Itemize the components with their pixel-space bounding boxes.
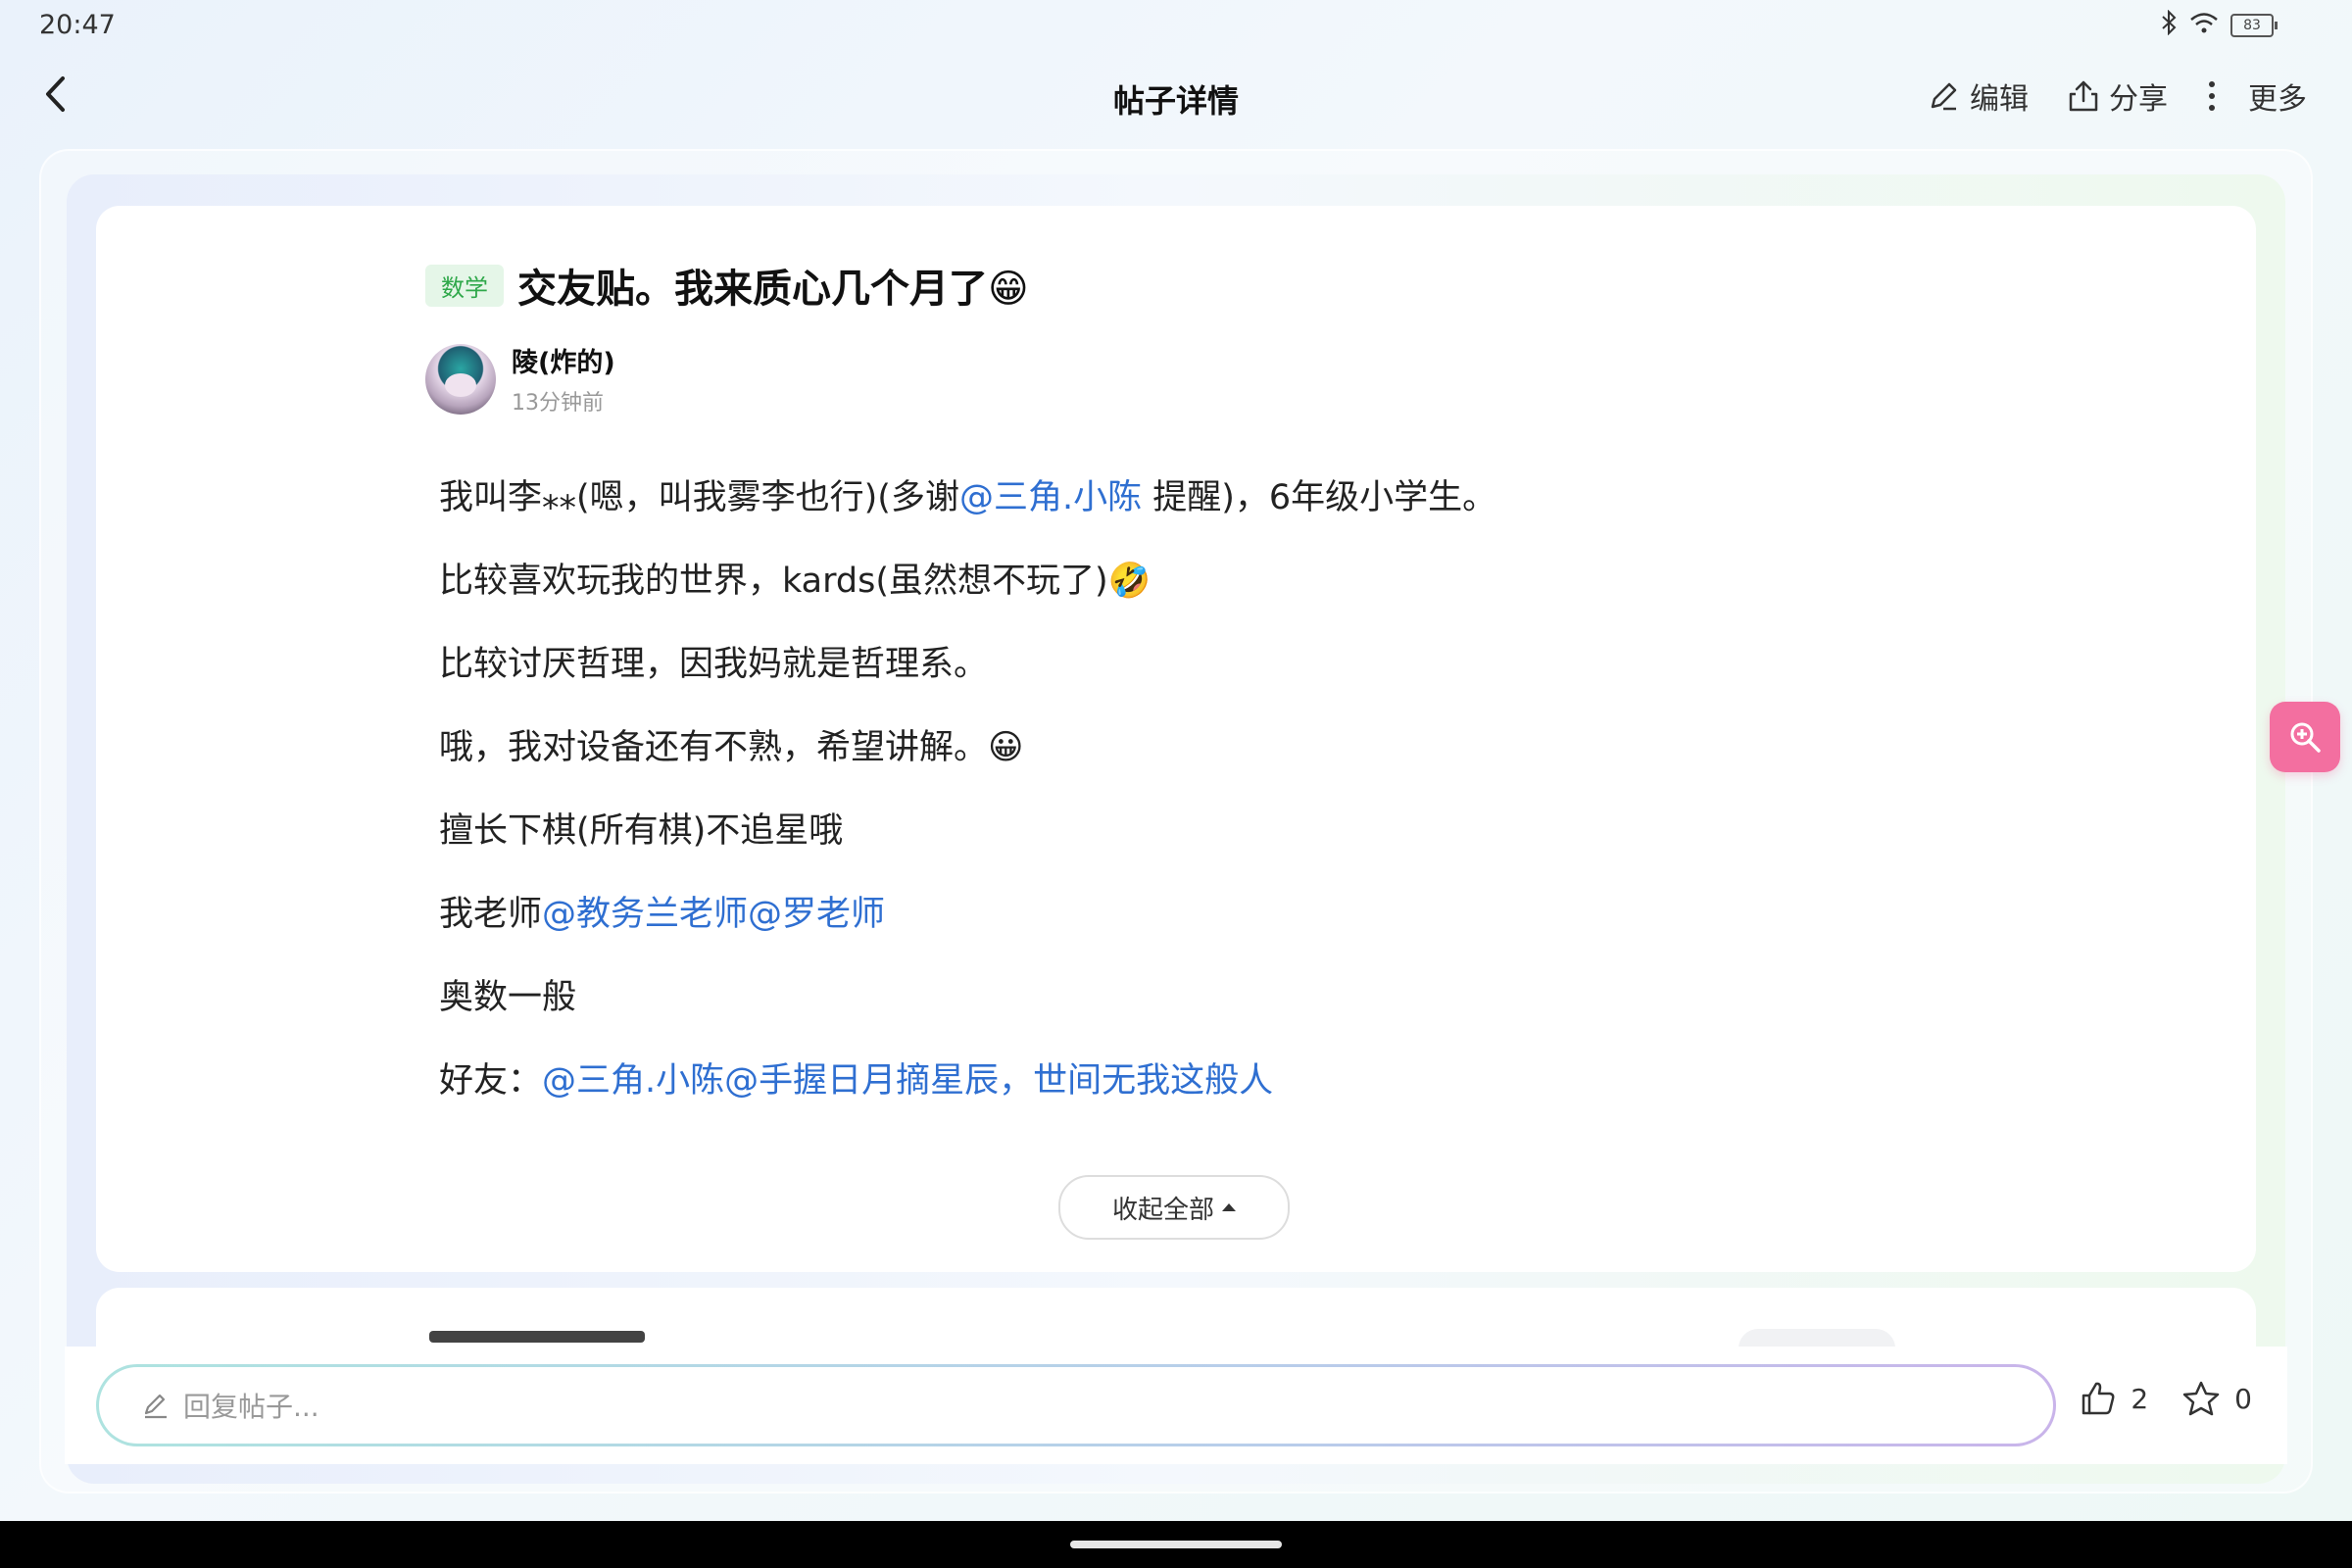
favorite-button[interactable]: 0: [2181, 1380, 2252, 1417]
share-icon: [2069, 80, 2098, 112]
bluetooth-icon: [2160, 9, 2178, 41]
paragraph-text: 哦，我对设备还有不熟，希望讲解。😀: [439, 728, 1024, 767]
post-title: 交友贴。我来质心几个月了😁: [517, 267, 1029, 312]
paragraph-text: 我叫李⁎⁎(嗯，叫我雾李也行)(多谢: [439, 478, 959, 517]
nav-actions: 编辑 分享 更多: [1927, 74, 2307, 118]
reply-placeholder: 回复帖子...: [183, 1391, 319, 1423]
edit-label: 编辑: [1970, 82, 2029, 117]
edit-icon: [1931, 82, 1957, 111]
author-name[interactable]: 陵(炸的): [512, 341, 615, 379]
paragraph-text: 好友：: [439, 1061, 543, 1101]
edit-button[interactable]: 编辑: [1927, 74, 2029, 118]
post-paragraph: 比较讨厌哲理，因我妈就是哲理系。: [439, 635, 2007, 718]
post-header: 数学 交友贴。我来质心几个月了😁: [425, 257, 1029, 314]
author-row: 陵(炸的) 13分钟前: [425, 341, 615, 416]
wifi-icon: [2189, 11, 2219, 40]
pencil-icon: [144, 1394, 167, 1419]
zoom-button[interactable]: [2270, 702, 2340, 772]
avatar[interactable]: [425, 343, 496, 415]
subject-tag[interactable]: 数学: [425, 264, 504, 307]
user-mention-link[interactable]: @教务兰老师: [542, 895, 748, 934]
like-button[interactable]: 2: [2080, 1380, 2148, 1417]
thumbs-up-icon: [2082, 1382, 2115, 1415]
user-mention-link[interactable]: @罗老师: [748, 895, 885, 934]
share-button[interactable]: 分享: [2068, 74, 2168, 118]
home-indicator[interactable]: [1070, 1541, 1282, 1548]
favorite-count: 0: [2234, 1382, 2252, 1415]
comments-header-peek: [429, 1331, 645, 1343]
user-mention-link[interactable]: @三角.小陈: [959, 478, 1142, 517]
post-paragraph: 奥数一般: [439, 968, 2007, 1052]
reply-input[interactable]: 回复帖子...: [96, 1364, 2056, 1446]
like-count: 2: [2131, 1382, 2149, 1415]
zoom-in-icon: [2290, 722, 2321, 753]
share-label: 分享: [2109, 82, 2168, 117]
post-paragraph: 比较喜欢玩我的世界，kards(虽然想不玩了)🤣: [439, 552, 2007, 635]
author-info: 陵(炸的) 13分钟前: [512, 341, 615, 416]
post-paragraph: 擅长下棋(所有棋)不追星哦: [439, 802, 2007, 885]
paragraph-text: 奥数一般: [439, 978, 577, 1017]
user-mention-link[interactable]: @三角.小陈: [542, 1061, 724, 1101]
post-body: 我叫李⁎⁎(嗯，叫我雾李也行)(多谢@三角.小陈 提醒)，6年级小学生。 比较喜欢…: [439, 468, 2007, 1135]
reply-bar: 回复帖子... 2 0: [65, 1347, 2287, 1464]
paragraph-text: 擅长下棋(所有棋)不追星哦: [439, 811, 844, 851]
post-time: 13分钟前: [512, 391, 604, 416]
status-bar: 20:47 83: [0, 0, 2352, 49]
paragraph-text: 我老师: [439, 895, 543, 934]
caret-up-icon: [1222, 1203, 1236, 1211]
more-button[interactable]: 更多: [2207, 74, 2307, 118]
collapse-all-button[interactable]: 收起全部: [1058, 1175, 1290, 1240]
post-paragraph: 我老师@教务兰老师@罗老师: [439, 885, 2007, 968]
collapse-label: 收起全部: [1111, 1195, 1214, 1225]
battery-icon: 83: [2230, 14, 2278, 37]
paragraph-text: 比较讨厌哲理，因我妈就是哲理系。: [439, 645, 989, 684]
system-navigation-bar: [0, 1521, 2352, 1568]
status-icons: 83: [2160, 9, 2278, 41]
paragraph-text: 比较喜欢玩我的世界，kards(虽然想不玩了)🤣: [439, 562, 1152, 601]
post-paragraph: 我叫李⁎⁎(嗯，叫我雾李也行)(多谢@三角.小陈 提醒)，6年级小学生。: [439, 468, 2007, 552]
nav-bar: 帖子详情 编辑 分享 更多: [0, 59, 2352, 137]
user-mention-link[interactable]: @手握日月摘星辰，世间无我这般人: [724, 1061, 1273, 1101]
paragraph-text: 提醒)，6年级小学生。: [1142, 478, 1497, 517]
star-icon: [2182, 1381, 2220, 1416]
post-card: 数学 交友贴。我来质心几个月了😁 陵(炸的) 13分钟前 我叫李⁎⁎(嗯，叫我雾…: [96, 206, 2256, 1272]
more-label: 更多: [2248, 82, 2307, 117]
back-button[interactable]: [35, 73, 74, 116]
more-icon: [2209, 81, 2215, 111]
comments-sort-peek[interactable]: [1739, 1329, 1895, 1347]
post-paragraph: 哦，我对设备还有不熟，希望讲解。😀: [439, 718, 2007, 802]
chevron-left-icon: [46, 76, 65, 112]
post-paragraph: 好友：@三角.小陈@手握日月摘星辰，世间无我这般人: [439, 1052, 2007, 1135]
reply-actions: 2 0: [2080, 1380, 2252, 1417]
status-time: 20:47: [39, 10, 116, 40]
comments-card: [96, 1288, 2256, 1347]
